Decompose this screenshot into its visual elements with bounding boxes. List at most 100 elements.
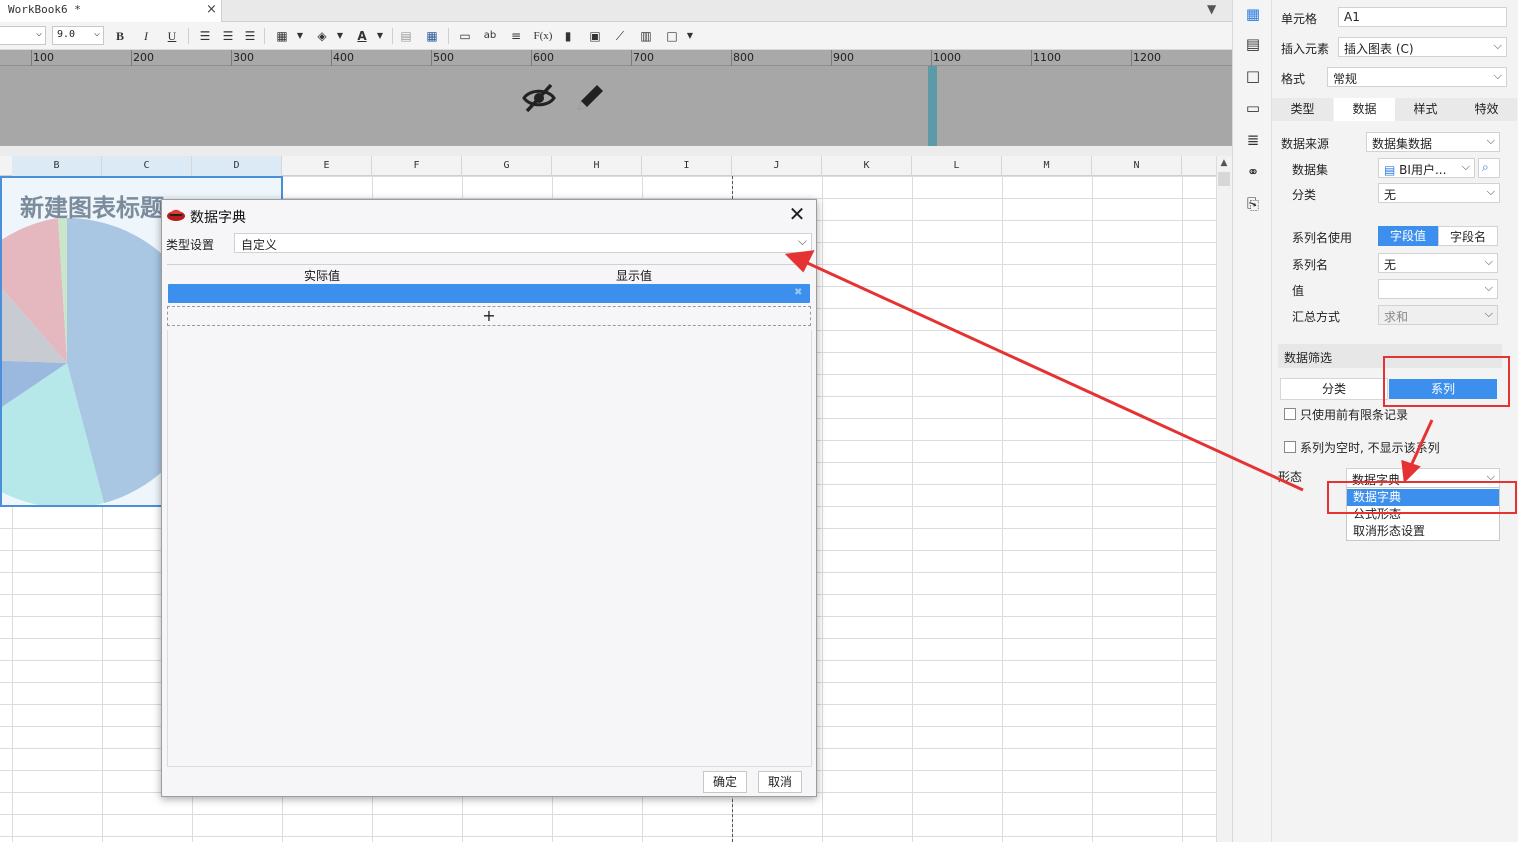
column-header: BCDEFGHIJKLMN (0, 156, 1216, 176)
pie-slices (2, 218, 172, 505)
column-header-b[interactable]: B (12, 156, 102, 176)
table-icon[interactable]: ▦ (422, 26, 442, 46)
column-header-g[interactable]: G (462, 156, 552, 176)
column-header-k[interactable]: K (822, 156, 912, 176)
option-cancel-form[interactable]: 取消形态设置 (1347, 523, 1499, 540)
dialog-title: 数据字典 (190, 210, 246, 226)
ruler-tick (831, 50, 832, 66)
insert-element-select[interactable]: 插入图表 (C) ⌵ (1338, 37, 1507, 57)
limited-records-checkbox[interactable] (1284, 408, 1296, 420)
format-select[interactable]: 常规 ⌵ (1327, 67, 1507, 87)
column-header-m[interactable]: M (1002, 156, 1092, 176)
format-toolbar: ⌵ 9.0 ⌵ B I U ☰ ☰ ☰ ▦ ▼ ◈ ▼ A ▼ ▤ ▦ ▭ ab … (0, 22, 1232, 50)
dataset-label: 数据集 (1292, 163, 1329, 177)
link-icon[interactable]: ⚭ (1243, 162, 1263, 182)
scroll-up-icon[interactable]: ▲ (1216, 158, 1232, 168)
cell-attribute-icon[interactable]: ▦ (1243, 4, 1263, 24)
column-header-d[interactable]: D (192, 156, 282, 176)
list-icon[interactable]: ≣ (1243, 130, 1263, 150)
filter-category-tab[interactable]: 分类 (1280, 378, 1388, 400)
field-name-toggle[interactable]: 字段名 (1438, 226, 1498, 246)
type-setting-select[interactable]: 自定义 ⌵ (234, 233, 812, 253)
add-row-button[interactable]: + (167, 306, 811, 326)
hide-empty-series-label: 系列为空时, 不显示该系列 (1300, 441, 1440, 455)
italic-button[interactable]: I (136, 26, 156, 46)
field-value-toggle[interactable]: 字段值 (1378, 226, 1438, 246)
cell-field[interactable]: A1 (1338, 7, 1507, 27)
chevron-down-icon[interactable]: ▼ (290, 26, 310, 46)
value-select[interactable]: ⌵ (1378, 279, 1498, 299)
font-size-select[interactable]: 9.0 ⌵ (52, 26, 104, 45)
hide-empty-series-checkbox[interactable] (1284, 441, 1296, 453)
delete-row-icon[interactable]: ✖ (794, 287, 802, 298)
category-select[interactable]: 无 ⌵ (1378, 183, 1500, 203)
font-color-icon[interactable]: A (352, 26, 372, 46)
chart-icon[interactable]: ▮ (558, 26, 578, 46)
tab-effects[interactable]: 特效 (1456, 98, 1517, 121)
image-icon[interactable]: ▣ (585, 26, 605, 46)
chevron-down-icon[interactable]: ▼ (370, 26, 390, 46)
column-header-h[interactable]: H (552, 156, 642, 176)
data-source-select[interactable]: 数据集数据 ⌵ (1366, 132, 1500, 152)
border-icon[interactable]: ▦ (272, 26, 292, 46)
ok-button[interactable]: 确定 (703, 771, 747, 793)
fill-color-icon[interactable]: ◈ (312, 26, 332, 46)
chevron-down-icon[interactable]: ▼ (680, 26, 700, 46)
column-header-f[interactable]: F (372, 156, 462, 176)
toolbar-divider (264, 28, 265, 44)
chevron-down-icon[interactable]: ▼ (330, 26, 350, 46)
scrollbar-thumb[interactable] (1218, 172, 1230, 186)
align-center-icon[interactable]: ☰ (218, 26, 238, 46)
pane-divider[interactable] (928, 66, 937, 146)
export-icon[interactable]: ⎘ (1243, 194, 1263, 214)
slash-icon[interactable]: ⟋ (610, 26, 630, 46)
search-icon[interactable]: ⌕ (1478, 158, 1500, 178)
column-header-n[interactable]: N (1092, 156, 1182, 176)
freeze-icon[interactable]: ▤ (396, 26, 416, 46)
category-label: 分类 (1292, 188, 1317, 202)
cancel-button[interactable]: 取消 (758, 771, 802, 793)
category-value: 无 (1384, 188, 1397, 202)
pencil-icon[interactable] (572, 80, 608, 116)
close-icon[interactable]: × (206, 2, 217, 17)
bold-button[interactable]: B (110, 26, 130, 46)
tab-menu-icon[interactable]: ▼ (1207, 2, 1216, 16)
pie-graphic (2, 218, 172, 505)
column-header-l[interactable]: L (912, 156, 1002, 176)
tab-workbook[interactable]: WorkBook6 * × (0, 0, 222, 22)
vertical-scrollbar[interactable] (1216, 156, 1232, 842)
column-header-i[interactable]: I (642, 156, 732, 176)
ruler-label: 200 (133, 51, 154, 64)
merge-cell-icon[interactable]: ▭ (455, 26, 475, 46)
dictionary-table-header: 实际值 显示值 (167, 264, 812, 284)
series-name-select[interactable]: 无 ⌵ (1378, 253, 1498, 273)
underline-button[interactable]: U (162, 26, 182, 46)
column-header-e[interactable]: E (282, 156, 372, 176)
chevron-down-icon: ⌵ (1493, 69, 1502, 82)
align-left-icon[interactable]: ☰ (195, 26, 215, 46)
form-icon[interactable]: ▤ (1243, 34, 1263, 54)
column-header-j[interactable]: J (732, 156, 822, 176)
chart-title[interactable]: 新建图表标题 (20, 188, 164, 223)
dataset-select[interactable]: ▤ BI用户... ⌵ (1378, 158, 1475, 178)
tab-data[interactable]: 数据 (1334, 98, 1395, 121)
font-name-select[interactable]: ⌵ (0, 26, 46, 45)
wrap-text-button[interactable]: ab (480, 26, 500, 46)
sub-report-icon[interactable]: ▥ (636, 26, 656, 46)
cell-label: 单元格 (1281, 12, 1318, 26)
tab-type[interactable]: 类型 (1272, 98, 1333, 121)
widget-icon[interactable]: □ (662, 26, 682, 46)
ruler-label: 900 (833, 51, 854, 64)
text-align-icon[interactable]: ≡ (506, 26, 526, 46)
ruler-tick (431, 50, 432, 66)
align-right-icon[interactable]: ☰ (240, 26, 260, 46)
formula-button[interactable]: F(x) (531, 26, 555, 46)
column-header-c[interactable]: C (102, 156, 192, 176)
close-icon[interactable]: ✕ (786, 202, 808, 226)
hide-eye-icon[interactable] (521, 80, 557, 116)
table-row[interactable]: ✖ (168, 284, 810, 303)
tab-style[interactable]: 样式 (1395, 98, 1456, 121)
widget-icon[interactable]: ▭ (1243, 98, 1263, 118)
insert-element-value: 插入图表 (C) (1344, 42, 1414, 56)
frame-icon[interactable]: □ (1243, 66, 1263, 86)
